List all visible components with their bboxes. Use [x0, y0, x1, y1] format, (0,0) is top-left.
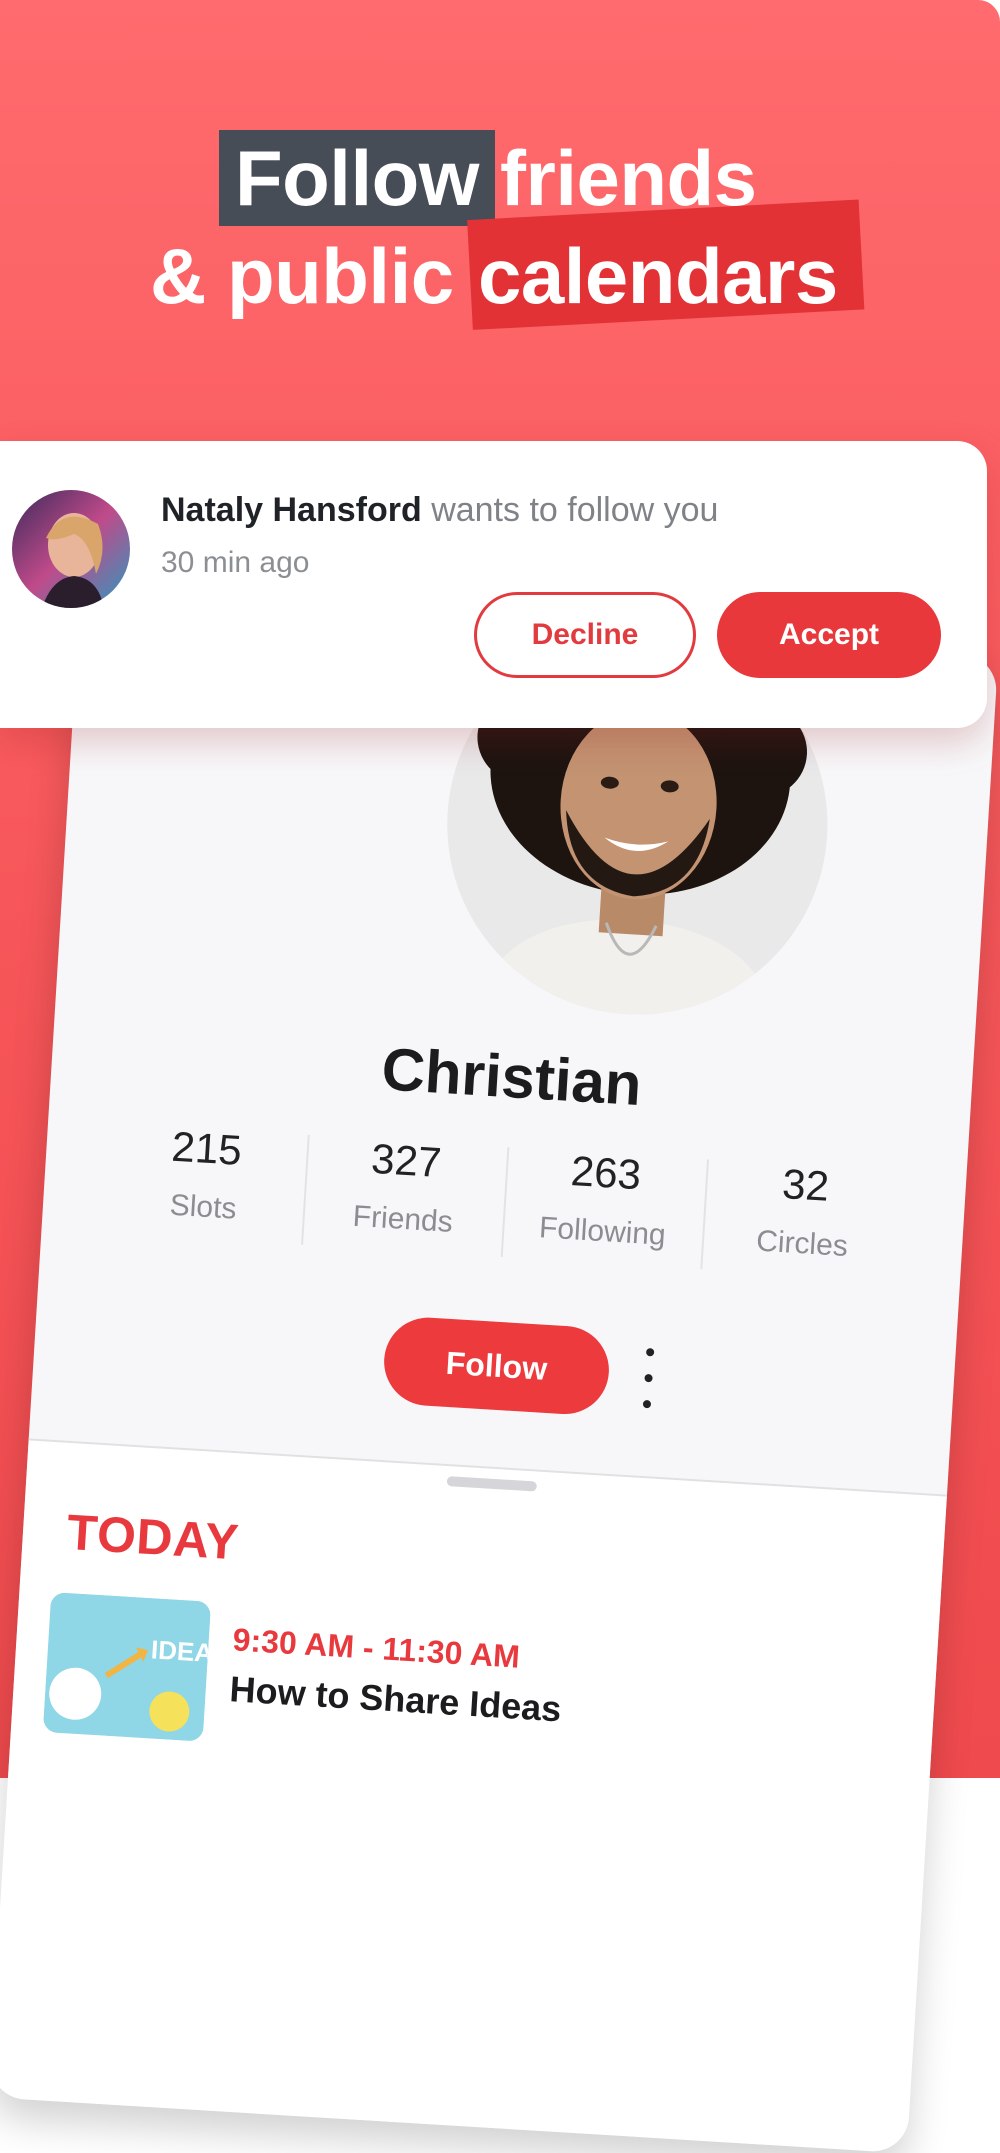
event-title[interactable]: How to Share Ideas — [229, 1668, 563, 1730]
stat-value: 327 — [369, 1134, 443, 1187]
stat-friends[interactable]: 327 Friends — [300, 1115, 509, 1277]
stat-value: 215 — [170, 1122, 244, 1174]
follow-request-card: Nataly Hansford wants to follow you 30 m… — [0, 441, 987, 728]
notification-time: 30 min ago — [161, 546, 310, 579]
headline-word-calendars: calendars — [478, 232, 838, 320]
today-sheet: TODAY IDEA 9:30 AM - 11:30 AM How to Sha… — [0, 1438, 948, 2153]
stat-slots[interactable]: 215 Slots — [100, 1103, 309, 1265]
headline: Follow friends & public calendars — [0, 120, 1000, 360]
notification-text: wants to follow you — [431, 491, 719, 529]
thumb-text: IDEA — [150, 1634, 211, 1668]
phone-profile-screen: Christian 215 Slots 327 Friends 263 Foll… — [0, 600, 999, 2153]
stat-following[interactable]: 263 Following — [499, 1127, 708, 1289]
requester-avatar[interactable] — [12, 490, 130, 608]
more-vertical-icon[interactable] — [632, 1347, 666, 1409]
stat-circles[interactable]: 32 Circles — [699, 1139, 908, 1301]
stat-label: Friends — [351, 1199, 454, 1239]
requester-name[interactable]: Nataly Hansford — [161, 491, 422, 529]
notification-message: Nataly Hansford wants to follow you — [161, 491, 718, 530]
accept-button[interactable]: Accept — [717, 592, 941, 678]
follow-button[interactable]: Follow — [381, 1315, 612, 1417]
headline-word-follow: Follow — [219, 130, 495, 226]
event-time: 9:30 AM - 11:30 AM — [231, 1621, 521, 1675]
stat-label: Circles — [755, 1224, 849, 1264]
drag-handle[interactable] — [446, 1476, 538, 1492]
today-heading: TODAY — [65, 1504, 241, 1571]
stat-value: 32 — [780, 1160, 831, 1210]
headline-word-public: & public — [150, 232, 454, 320]
stat-label: Slots — [168, 1188, 238, 1226]
stat-label: Following — [538, 1211, 667, 1252]
stat-value: 263 — [569, 1147, 643, 1199]
profile-stats: 215 Slots 327 Friends 263 Following 32 C… — [100, 1103, 908, 1302]
event-thumbnail: IDEA — [42, 1592, 212, 1742]
decline-button[interactable]: Decline — [474, 592, 696, 678]
